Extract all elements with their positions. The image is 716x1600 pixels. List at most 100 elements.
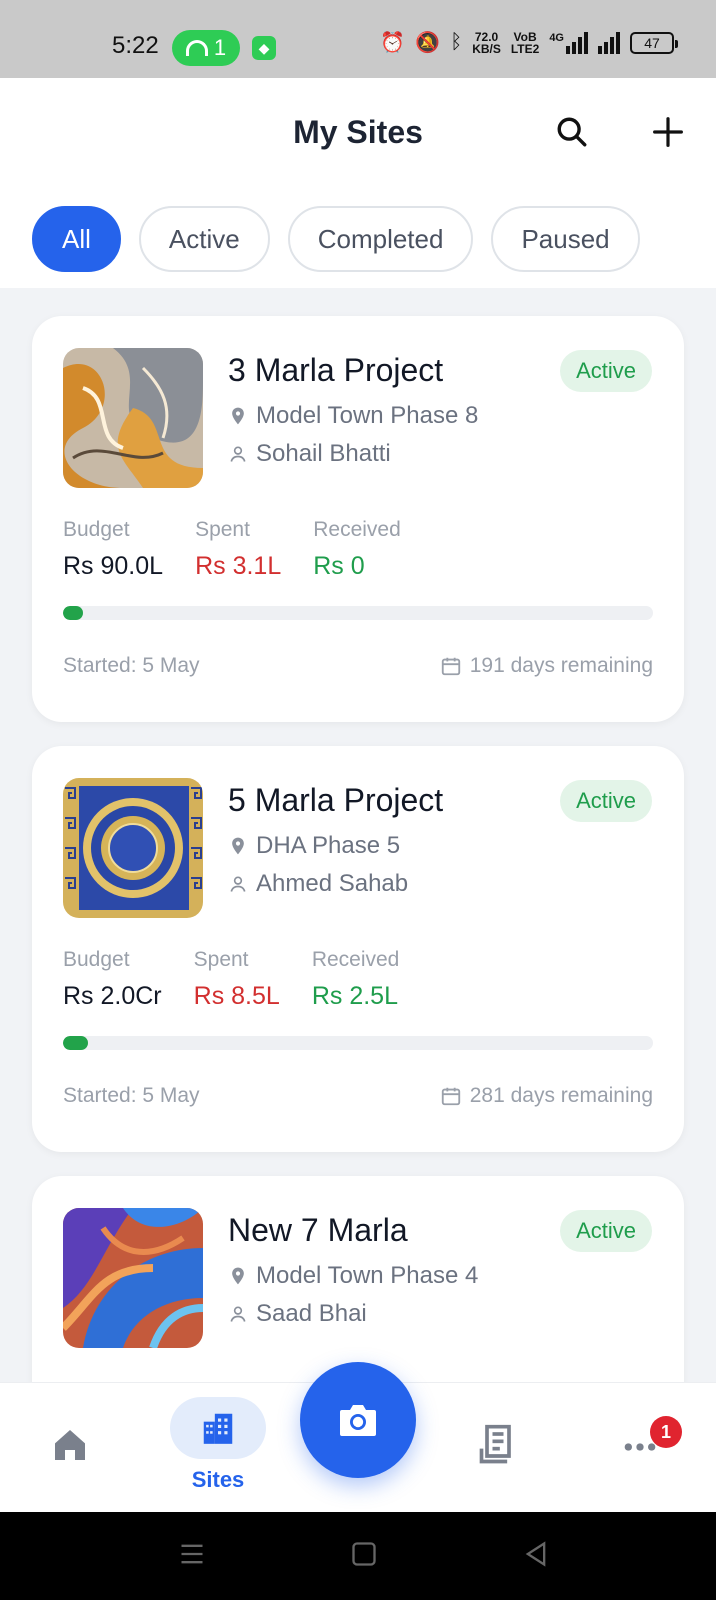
site-card[interactable]: 5 Marla Project Active DHA Phase 5 Ahmed… bbox=[32, 746, 684, 1152]
progress-fill bbox=[63, 606, 84, 620]
app-header: My Sites All Active Completed Paused bbox=[0, 78, 716, 288]
network-type: 4G bbox=[549, 31, 564, 44]
nav-home[interactable] bbox=[50, 1425, 90, 1465]
card-footer: Started: 5 May 191 days remaining bbox=[63, 654, 653, 678]
status-badge: Active bbox=[560, 1210, 652, 1252]
site-stats: Budget Rs 2.0Cr Spent Rs 8.5L Received R… bbox=[63, 948, 431, 1011]
hotspot-count: 1 bbox=[213, 35, 227, 60]
wifi-icon bbox=[185, 40, 208, 56]
person-icon bbox=[230, 876, 246, 892]
battery-icon: 47 bbox=[630, 31, 678, 54]
network-speed: 72.0 KB/S bbox=[472, 31, 501, 55]
progress-bar bbox=[63, 606, 653, 620]
search-icon bbox=[557, 117, 587, 147]
budget-label: Budget bbox=[63, 518, 130, 541]
site-contact-text: Ahmed Sahab bbox=[256, 870, 409, 897]
volte-bottom: LTE2 bbox=[510, 41, 540, 56]
filter-all[interactable]: All bbox=[32, 206, 121, 272]
site-contact-text: Sohail Bhatti bbox=[256, 440, 391, 467]
location-pin-icon bbox=[232, 1267, 244, 1285]
network-speed-unit: KB/S bbox=[472, 41, 501, 56]
status-bar: 5:22 1 ◆ ⏰ 🔕 ᛒ 72.0 KB/S VoB LTE2 4G 47 bbox=[0, 0, 716, 78]
add-site-button[interactable] bbox=[644, 108, 692, 156]
received-value: Rs 2.5L bbox=[311, 982, 398, 1010]
spent-stat: Spent Rs 3.1L bbox=[195, 518, 281, 581]
site-name: New 7 Marla bbox=[228, 1212, 408, 1248]
home-button-icon[interactable] bbox=[350, 1540, 378, 1568]
status-time: 5:22 bbox=[112, 32, 159, 59]
progress-bar bbox=[63, 1036, 653, 1050]
camera-button[interactable] bbox=[300, 1362, 416, 1478]
filter-active[interactable]: Active bbox=[138, 206, 270, 272]
location-pin-icon bbox=[232, 837, 244, 855]
spent-label: Spent bbox=[193, 948, 249, 971]
received-label: Received bbox=[311, 948, 400, 971]
person-icon bbox=[230, 1306, 246, 1322]
nav-bills[interactable] bbox=[476, 1423, 520, 1467]
hotspot-indicator: 1 bbox=[172, 30, 240, 66]
received-value: Rs 0 bbox=[313, 552, 365, 580]
notification-badge: 1 bbox=[650, 1416, 682, 1448]
status-badge: Active bbox=[560, 350, 652, 392]
site-location: Model Town Phase 8 bbox=[228, 402, 478, 430]
plus-icon bbox=[653, 117, 683, 147]
site-name: 5 Marla Project bbox=[228, 782, 444, 818]
site-thumbnail bbox=[63, 778, 203, 918]
filter-chips: All Active Completed Paused bbox=[32, 206, 640, 272]
site-stats: Budget Rs 90.0L Spent Rs 3.1L Received R… bbox=[63, 518, 433, 581]
card-footer: Started: 5 May 281 days remaining bbox=[63, 1084, 653, 1108]
back-icon[interactable] bbox=[522, 1540, 550, 1568]
site-location-text: Model Town Phase 4 bbox=[256, 1262, 479, 1289]
page-title: My Sites bbox=[293, 114, 423, 150]
days-remaining-text: 191 days remaining bbox=[469, 654, 653, 677]
nav-sites[interactable]: Sites bbox=[170, 1397, 266, 1493]
calendar-icon bbox=[441, 657, 460, 676]
spent-label: Spent bbox=[195, 518, 250, 541]
nav-sites-pill bbox=[170, 1397, 266, 1459]
system-navigation-bar bbox=[0, 1512, 716, 1600]
alarm-icon: ⏰ bbox=[380, 32, 406, 54]
site-contact: Ahmed Sahab bbox=[228, 870, 408, 898]
bluetooth-icon: ᛒ bbox=[450, 31, 463, 53]
spent-value: Rs 3.1L bbox=[195, 552, 282, 580]
budget-value: Rs 2.0Cr bbox=[63, 982, 162, 1010]
status-icons: ⏰ 🔕 ᛒ 72.0 KB/S VoB LTE2 4G 47 bbox=[380, 30, 678, 55]
budget-label: Budget bbox=[63, 948, 130, 971]
filter-completed[interactable]: Completed bbox=[287, 206, 474, 272]
site-contact-text: Saad Bhai bbox=[256, 1300, 367, 1327]
location-pin-icon bbox=[232, 407, 244, 425]
site-thumbnail bbox=[63, 1208, 203, 1348]
signal-icon-1: 4G bbox=[549, 31, 588, 54]
filter-paused[interactable]: Paused bbox=[491, 206, 640, 272]
budget-stat: Budget Rs 2.0Cr bbox=[63, 948, 162, 1011]
mute-icon: 🔕 bbox=[415, 32, 441, 54]
site-location-text: Model Town Phase 8 bbox=[256, 402, 479, 429]
abstract-image bbox=[63, 1208, 203, 1348]
spent-value: Rs 8.5L bbox=[193, 982, 280, 1010]
shield-icon: ◆ bbox=[252, 36, 276, 60]
signal-icon-2 bbox=[598, 31, 620, 54]
site-location: Model Town Phase 4 bbox=[228, 1262, 478, 1290]
days-remaining: 281 days remaining bbox=[440, 1084, 653, 1108]
received-stat: Received Rs 2.5L bbox=[312, 948, 400, 1011]
receipt-icon bbox=[479, 1424, 511, 1464]
days-remaining: 191 days remaining bbox=[440, 654, 653, 678]
received-stat: Received Rs 0 bbox=[313, 518, 401, 581]
marble-image bbox=[63, 348, 203, 488]
volte-indicator: VoB LTE2 bbox=[511, 31, 539, 55]
site-contact: Saad Bhai bbox=[228, 1300, 367, 1328]
nav-sites-label: Sites bbox=[191, 1467, 245, 1492]
site-card[interactable]: 3 Marla Project Active Model Town Phase … bbox=[32, 316, 684, 722]
site-thumbnail bbox=[63, 348, 203, 488]
site-location: DHA Phase 5 bbox=[228, 832, 400, 860]
home-icon bbox=[55, 1430, 85, 1460]
buildings-icon bbox=[203, 1413, 233, 1444]
camera-icon bbox=[340, 1405, 376, 1436]
recents-icon[interactable] bbox=[178, 1540, 206, 1568]
status-badge: Active bbox=[560, 780, 652, 822]
days-remaining-text: 281 days remaining bbox=[469, 1084, 653, 1107]
spent-stat: Spent Rs 8.5L bbox=[194, 948, 280, 1011]
search-button[interactable] bbox=[548, 108, 596, 156]
progress-fill bbox=[63, 1036, 88, 1050]
started-date: Started: 5 May bbox=[63, 654, 200, 677]
